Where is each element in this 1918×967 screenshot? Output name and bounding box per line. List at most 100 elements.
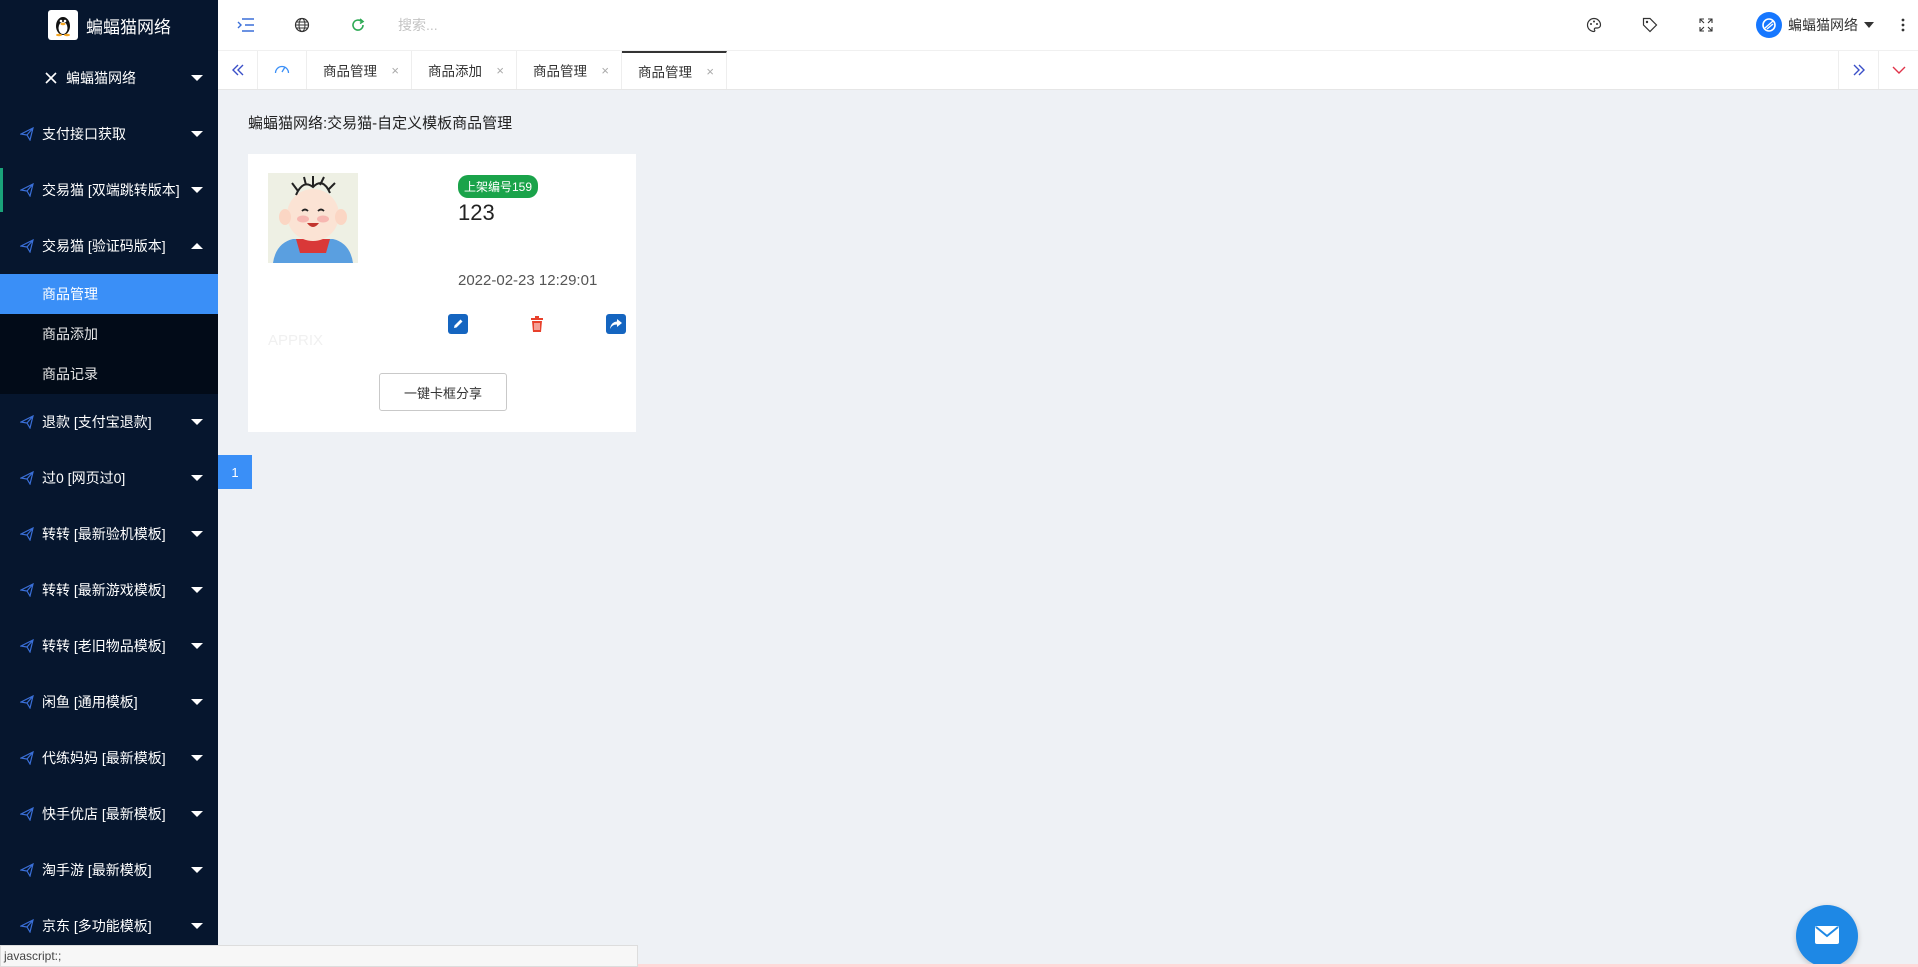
tag-icon[interactable]	[1622, 0, 1678, 50]
paper-plane-icon	[18, 861, 36, 879]
sidebar-item-label: 蝙蝠猫网络	[66, 70, 136, 86]
paper-plane-icon	[18, 749, 36, 767]
product-thumbnail	[268, 173, 358, 263]
caret-down-icon	[191, 187, 203, 193]
paper-plane-icon	[18, 693, 36, 711]
tab-home[interactable]	[258, 51, 307, 89]
sidebar-item-pass-zero[interactable]: 过0 [网页过0]	[0, 450, 218, 506]
paper-plane-icon	[18, 237, 36, 255]
caret-down-icon	[191, 131, 203, 137]
caret-down-icon	[1864, 22, 1874, 28]
tab-product-manage[interactable]: 商品管理 ×	[307, 51, 412, 89]
tabs-bar: 商品管理 × 商品添加 × 商品管理 × 商品管理 ×	[218, 50, 1918, 90]
paper-plane-icon	[18, 581, 36, 599]
paper-plane-icon	[18, 805, 36, 823]
tab-product-manage-active[interactable]: 商品管理 ×	[622, 51, 727, 89]
product-timestamp: 2022-02-23 12:29:01	[458, 272, 598, 289]
sidebar-item-label: 闲鱼 [通用模板]	[42, 694, 138, 710]
paper-plane-icon	[18, 637, 36, 655]
search-input[interactable]	[398, 17, 598, 33]
sidebar-item-label: 转转 [最新游戏模板]	[42, 582, 166, 598]
sidebar-item-zhuanzhuan-game[interactable]: 转转 [最新游戏模板]	[0, 562, 218, 618]
sidebar: 蝙蝠猫网络 蝙蝠猫网络 支付接口获取 交易猫 [双端跳转版本] 交易猫 [验证码…	[0, 0, 218, 967]
tabs-scroll-left-icon[interactable]	[218, 51, 258, 89]
sidebar-item-payment-api[interactable]: 支付接口获取	[0, 106, 218, 162]
sidebar-subitem-product-records[interactable]: 商品记录	[0, 354, 218, 394]
sidebar-item-label: 交易猫 [验证码版本]	[42, 238, 166, 254]
product-title: 123	[458, 200, 495, 225]
sidebar-item-label: 京东 [多功能模板]	[42, 918, 152, 934]
tabs-dropdown-icon[interactable]	[1878, 51, 1918, 89]
sidebar-item-xianyu[interactable]: 闲鱼 [通用模板]	[0, 674, 218, 730]
main-content: 蝙蝠猫网络:交易猫-自定义模板商品管理 上架编号159 123 2022-02-…	[218, 90, 1918, 967]
close-icon[interactable]: ×	[391, 63, 399, 78]
user-name: 蝙蝠猫网络	[1788, 17, 1858, 33]
sidebar-item-label: 退款 [支付宝退款]	[42, 414, 152, 430]
one-click-share-button[interactable]: 一键卡框分享	[379, 373, 507, 411]
paper-plane-icon	[18, 413, 36, 431]
sidebar-item-taoshouyou[interactable]: 淘手游 [最新模板]	[0, 842, 218, 898]
paper-plane-icon	[18, 181, 36, 199]
paper-plane-icon	[18, 917, 36, 935]
palette-icon[interactable]	[1566, 0, 1622, 50]
globe-icon[interactable]	[274, 0, 330, 50]
sidebar-item-label: 交易猫 [双端跳转版本]	[42, 182, 180, 198]
sidebar-item-label: 转转 [老旧物品模板]	[42, 638, 166, 654]
sidebar-item-brand[interactable]: 蝙蝠猫网络	[0, 50, 218, 106]
brand[interactable]: 蝙蝠猫网络	[0, 0, 218, 50]
caret-down-icon	[191, 867, 203, 873]
sidebar-item-label: 支付接口获取	[42, 126, 126, 142]
sidebar-item-refund[interactable]: 退款 [支付宝退款]	[0, 394, 218, 450]
caret-down-icon	[191, 755, 203, 761]
sidebar-item-dailian[interactable]: 代练妈妈 [最新模板]	[0, 730, 218, 786]
sidebar-item-jiaoyimao-captcha[interactable]: 交易猫 [验证码版本]	[0, 218, 218, 274]
share-icon[interactable]	[606, 314, 626, 334]
caret-down-icon	[191, 811, 203, 817]
more-vertical-icon[interactable]	[1888, 0, 1918, 50]
close-icon[interactable]: ×	[601, 63, 609, 78]
caret-down-icon	[191, 531, 203, 537]
trash-icon[interactable]	[527, 314, 547, 334]
penguin-logo-icon	[48, 10, 78, 40]
dashboard-icon	[274, 62, 290, 79]
sidebar-item-zhuanzhuan-old[interactable]: 转转 [老旧物品模板]	[0, 618, 218, 674]
caret-down-icon	[191, 75, 203, 81]
close-icon[interactable]: ×	[496, 63, 504, 78]
tab-product-add[interactable]: 商品添加 ×	[412, 51, 517, 89]
avatar	[1756, 12, 1782, 38]
menu-toggle-icon[interactable]	[218, 0, 274, 50]
caret-down-icon	[191, 475, 203, 481]
fullscreen-icon[interactable]	[1678, 0, 1734, 50]
user-menu[interactable]: 蝙蝠猫网络	[1756, 12, 1874, 38]
brand-name: 蝙蝠猫网络	[86, 17, 171, 37]
page-title: 蝙蝠猫网络:交易猫-自定义模板商品管理	[248, 115, 513, 132]
tabs-scroll-right-icon[interactable]	[1838, 51, 1878, 89]
status-badge: 上架编号159	[458, 175, 539, 198]
refresh-icon[interactable]	[330, 0, 386, 50]
tab-label: 商品管理	[533, 64, 587, 79]
product-actions	[448, 314, 626, 334]
tab-product-manage-2[interactable]: 商品管理 ×	[517, 51, 622, 89]
tab-label: 商品管理	[638, 65, 692, 80]
submenu: 商品管理 商品添加 商品记录	[0, 274, 218, 394]
sidebar-item-label: 淘手游 [最新模板]	[42, 862, 152, 878]
tabs-right	[1838, 51, 1918, 89]
sidebar-subitem-product-manage[interactable]: 商品管理	[0, 274, 218, 314]
tab-label: 商品添加	[428, 64, 482, 79]
sidebar-item-jiaoyimao-dual[interactable]: 交易猫 [双端跳转版本]	[0, 162, 218, 218]
sidebar-subitem-product-add[interactable]: 商品添加	[0, 314, 218, 354]
close-icon	[42, 69, 60, 87]
caret-up-icon	[191, 243, 203, 249]
sidebar-item-kuaishou[interactable]: 快手优店 [最新模板]	[0, 786, 218, 842]
topbar-right: 蝙蝠猫网络	[1566, 0, 1918, 50]
watermark-text: APPRIX	[268, 332, 324, 349]
sidebar-item-zhuanzhuan-inspect[interactable]: 转转 [最新验机模板]	[0, 506, 218, 562]
message-button[interactable]	[1796, 905, 1858, 967]
pagination-page[interactable]: 1	[218, 455, 252, 489]
browser-status-bar: javascript:;	[0, 945, 638, 967]
caret-down-icon	[191, 923, 203, 929]
caret-down-icon	[191, 419, 203, 425]
paper-plane-icon	[18, 469, 36, 487]
close-icon[interactable]: ×	[706, 64, 714, 79]
edit-icon[interactable]	[448, 314, 468, 334]
